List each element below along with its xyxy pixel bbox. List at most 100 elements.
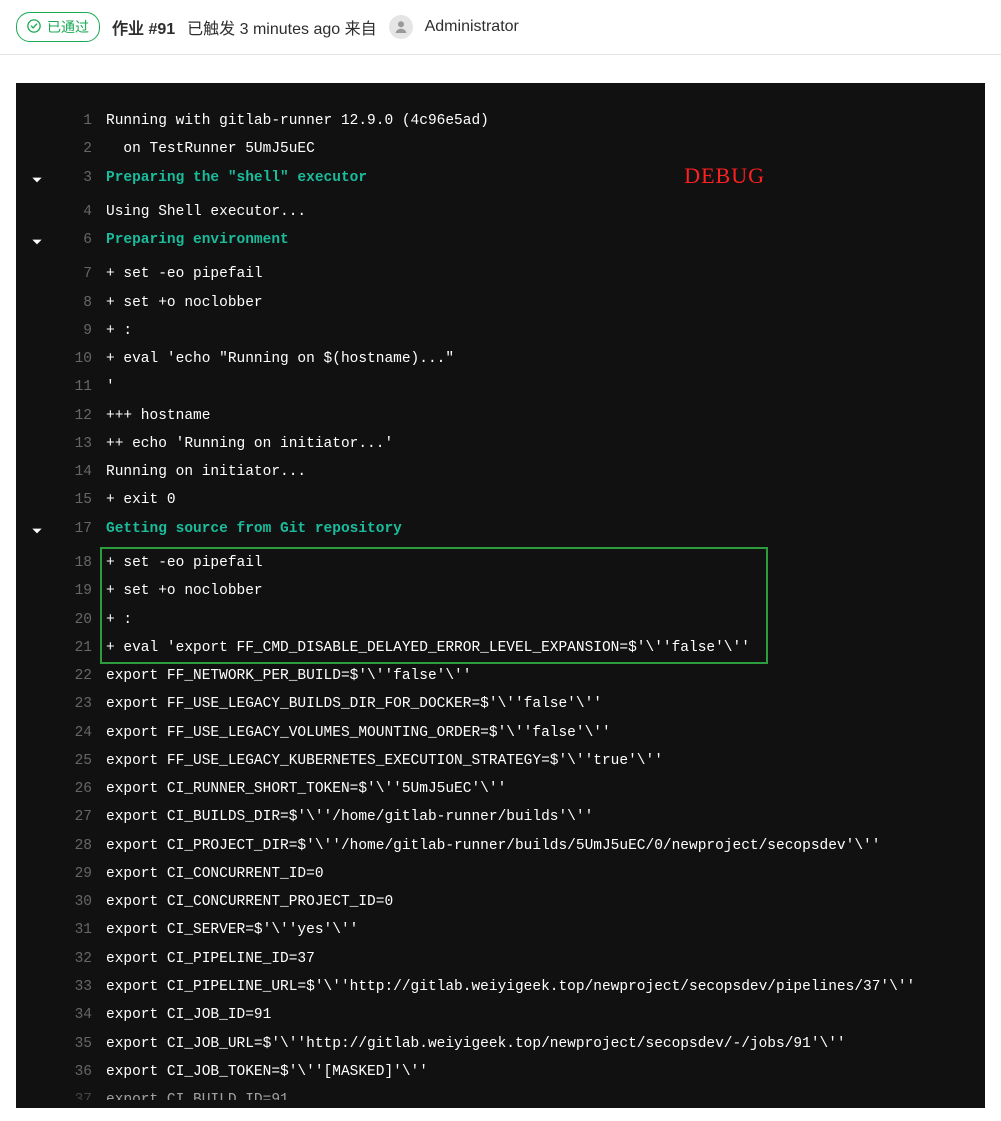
- line-number: 24: [58, 719, 106, 747]
- log-text: export CI_JOB_URL=$'\''http://gitlab.wei…: [106, 1030, 985, 1058]
- line-number: 8: [58, 289, 106, 317]
- log-line: 33export CI_PIPELINE_URL=$'\''http://git…: [16, 973, 985, 1001]
- log-line: 21+ eval 'export FF_CMD_DISABLE_DELAYED_…: [16, 634, 985, 662]
- log-text: + :: [106, 317, 985, 345]
- log-line: 6Preparing environment: [16, 226, 985, 260]
- line-number: 30: [58, 888, 106, 916]
- collapse-toggle[interactable]: [30, 521, 44, 549]
- log-line: 28export CI_PROJECT_DIR=$'\''/home/gitla…: [16, 832, 985, 860]
- line-number: 35: [58, 1030, 106, 1058]
- line-number: 18: [58, 549, 106, 577]
- log-text: + exit 0: [106, 486, 985, 514]
- log-line: 7+ set -eo pipefail: [16, 260, 985, 288]
- line-number: 17: [58, 515, 106, 543]
- log-line: 30export CI_CONCURRENT_PROJECT_ID=0: [16, 888, 985, 916]
- log-line: 13++ echo 'Running on initiator...': [16, 430, 985, 458]
- log-line: 31export CI_SERVER=$'\''yes'\'': [16, 916, 985, 944]
- line-number: 31: [58, 916, 106, 944]
- line-number: 11: [58, 373, 106, 401]
- log-text: export FF_USE_LEGACY_BUILDS_DIR_FOR_DOCK…: [106, 690, 985, 718]
- log-line: 24export FF_USE_LEGACY_VOLUMES_MOUNTING_…: [16, 719, 985, 747]
- line-number: 9: [58, 317, 106, 345]
- log-line: 2 on TestRunner 5UmJ5uEC: [16, 135, 985, 163]
- log-text: + set +o noclobber: [106, 577, 985, 605]
- line-number: 28: [58, 832, 106, 860]
- log-line: 9+ :: [16, 317, 985, 345]
- line-number: 15: [58, 486, 106, 514]
- log-text: + eval 'echo "Running on $(hostname)...": [106, 345, 985, 373]
- log-text: export CI_SERVER=$'\''yes'\'': [106, 916, 985, 944]
- line-number: 2: [58, 135, 106, 163]
- line-number: 34: [58, 1001, 106, 1029]
- line-number: 1: [58, 107, 106, 135]
- line-number: 12: [58, 402, 106, 430]
- log-line: 8+ set +o noclobber: [16, 289, 985, 317]
- log-text: export FF_USE_LEGACY_VOLUMES_MOUNTING_OR…: [106, 719, 985, 747]
- log-text: export CI_CONCURRENT_PROJECT_ID=0: [106, 888, 985, 916]
- log-line: 26export CI_RUNNER_SHORT_TOKEN=$'\''5UmJ…: [16, 775, 985, 803]
- log-line: 17Getting source from Git repository: [16, 515, 985, 549]
- log-line: 32export CI_PIPELINE_ID=37: [16, 945, 985, 973]
- job-title: 作业 #91: [112, 15, 175, 39]
- log-line: 27export CI_BUILDS_DIR=$'\''/home/gitlab…: [16, 803, 985, 831]
- log-text: + :: [106, 606, 985, 634]
- log-line: 29export CI_CONCURRENT_ID=0: [16, 860, 985, 888]
- collapse-toggle[interactable]: [30, 232, 44, 260]
- log-line: 11': [16, 373, 985, 401]
- line-number: 3: [58, 164, 106, 192]
- log-line: 36export CI_JOB_TOKEN=$'\''[MASKED]'\'': [16, 1058, 985, 1086]
- log-line: 19+ set +o noclobber: [16, 577, 985, 605]
- log-text: export CI_CONCURRENT_ID=0: [106, 860, 985, 888]
- log-line: 34export CI_JOB_ID=91: [16, 1001, 985, 1029]
- log-line: 14Running on initiator...: [16, 458, 985, 486]
- line-number: 4: [58, 198, 106, 226]
- line-number: 20: [58, 606, 106, 634]
- log-text: Using Shell executor...: [106, 198, 985, 226]
- line-number: 10: [58, 345, 106, 373]
- log-line: 4Using Shell executor...: [16, 198, 985, 226]
- log-line: 23export FF_USE_LEGACY_BUILDS_DIR_FOR_DO…: [16, 690, 985, 718]
- line-number: 32: [58, 945, 106, 973]
- line-number: 26: [58, 775, 106, 803]
- log-text: export CI_RUNNER_SHORT_TOKEN=$'\''5UmJ5u…: [106, 775, 985, 803]
- line-number: 36: [58, 1058, 106, 1086]
- log-text: + set +o noclobber: [106, 289, 985, 317]
- user-icon: [393, 19, 409, 35]
- log-line: 3Preparing the "shell" executor: [16, 164, 985, 198]
- log-text: export CI_JOB_ID=91: [106, 1001, 985, 1029]
- line-number: 7: [58, 260, 106, 288]
- log-text: export CI_PIPELINE_URL=$'\''http://gitla…: [106, 973, 985, 1001]
- log-line: 18+ set -eo pipefail: [16, 549, 985, 577]
- log-line: 25export FF_USE_LEGACY_KUBERNETES_EXECUT…: [16, 747, 985, 775]
- line-number: 33: [58, 973, 106, 1001]
- line-number: 23: [58, 690, 106, 718]
- avatar[interactable]: [389, 15, 413, 39]
- section-header: Preparing environment: [106, 226, 985, 254]
- line-number: 27: [58, 803, 106, 831]
- line-number: 37: [58, 1086, 106, 1100]
- log-text: export CI_JOB_TOKEN=$'\''[MASKED]'\'': [106, 1058, 985, 1086]
- log-line: 1Running with gitlab-runner 12.9.0 (4c96…: [16, 107, 985, 135]
- log-text: export CI_BUILDS_DIR=$'\''/home/gitlab-r…: [106, 803, 985, 831]
- log-line: 12+++ hostname: [16, 402, 985, 430]
- line-number: 29: [58, 860, 106, 888]
- status-badge: 已通过: [16, 12, 100, 42]
- log-text: ': [106, 373, 985, 401]
- log-line: 37export CI_BUILD_ID=91: [16, 1086, 985, 1100]
- log-text: export FF_USE_LEGACY_KUBERNETES_EXECUTIO…: [106, 747, 985, 775]
- log-text: export CI_PROJECT_DIR=$'\''/home/gitlab-…: [106, 832, 985, 860]
- line-number: 6: [58, 226, 106, 254]
- job-log: DEBUG 1Running with gitlab-runner 12.9.0…: [16, 83, 985, 1108]
- line-number: 14: [58, 458, 106, 486]
- author-link[interactable]: Administrator: [425, 18, 519, 36]
- line-number: 13: [58, 430, 106, 458]
- log-line: 20+ :: [16, 606, 985, 634]
- log-text: export CI_BUILD_ID=91: [106, 1086, 985, 1100]
- job-triggered-text: 已触发 3 minutes ago 来自: [187, 15, 376, 39]
- collapse-toggle[interactable]: [30, 170, 44, 198]
- log-text: export FF_NETWORK_PER_BUILD=$'\''false'\…: [106, 662, 985, 690]
- line-number: 19: [58, 577, 106, 605]
- log-line: 35export CI_JOB_URL=$'\''http://gitlab.w…: [16, 1030, 985, 1058]
- line-number: 22: [58, 662, 106, 690]
- job-header: 已通过 作业 #91 已触发 3 minutes ago 来自 Administ…: [0, 0, 1001, 55]
